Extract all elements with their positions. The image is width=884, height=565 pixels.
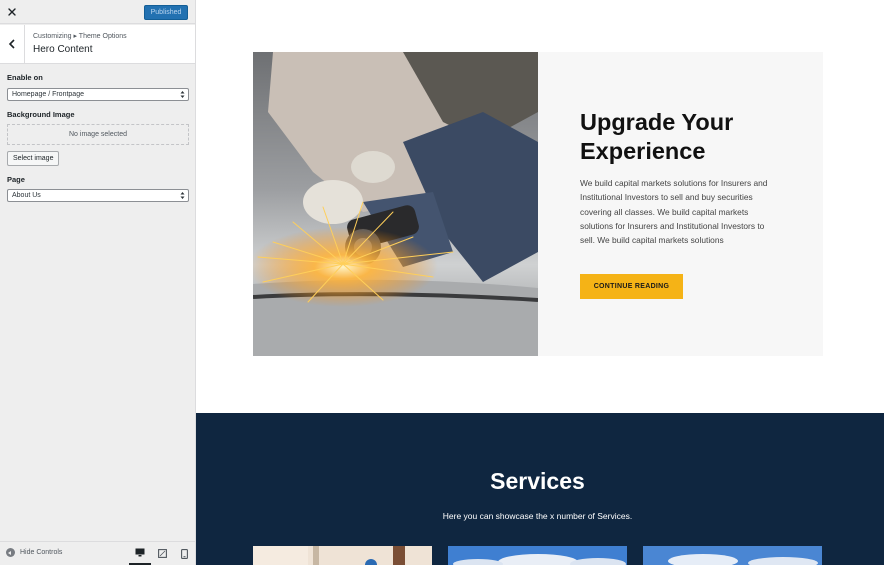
page-select[interactable]: About Us xyxy=(7,189,189,202)
hide-controls-button[interactable]: Hide Controls xyxy=(6,548,62,557)
section-title: Hero Content xyxy=(33,44,93,55)
hero-image xyxy=(253,52,538,356)
enable-on-value: Homepage / Frontpage xyxy=(12,91,84,98)
select-arrows-icon xyxy=(180,91,185,98)
back-button[interactable] xyxy=(0,25,25,63)
hide-controls-label: Hide Controls xyxy=(20,549,63,556)
page-value: About Us xyxy=(12,192,41,199)
customizer-footer: Hide Controls xyxy=(0,541,195,565)
services-section: Services Here you can showcase the x num… xyxy=(196,413,884,565)
page-label: Page xyxy=(7,175,25,184)
select-arrows-icon xyxy=(180,192,185,199)
mobile-icon xyxy=(180,548,188,559)
angle-grinder-photo xyxy=(253,52,538,356)
publish-button[interactable]: Published xyxy=(144,5,188,20)
tablet-icon xyxy=(157,549,167,558)
customizer-sidebar: Published Customizing ▸ Theme Options He… xyxy=(0,0,196,565)
select-image-button[interactable]: Select image xyxy=(7,151,60,166)
close-customizer-button[interactable] xyxy=(0,0,24,24)
close-icon xyxy=(8,8,16,16)
service-card-image[interactable] xyxy=(643,546,822,565)
service-photo xyxy=(448,546,627,565)
image-placeholder[interactable]: No image selected xyxy=(7,124,189,145)
service-card-image[interactable] xyxy=(448,546,627,565)
hero-title: Upgrade Your Experience xyxy=(580,109,734,164)
enable-on-select[interactable]: Homepage / Frontpage xyxy=(7,88,189,101)
chevron-left-icon xyxy=(8,39,15,49)
collapse-icon xyxy=(6,548,15,557)
enable-on-label: Enable on xyxy=(7,73,43,82)
services-subtitle: Here you can showcase the x number of Se… xyxy=(442,511,633,521)
hero-content-panel: Upgrade Your Experience We build capital… xyxy=(538,52,823,356)
site-preview: Upgrade Your Experience We build capital… xyxy=(196,0,884,565)
breadcrumb: Customizing ▸ Theme Options xyxy=(33,33,127,40)
section-header: Customizing ▸ Theme Options Hero Content xyxy=(0,25,195,64)
service-card-image[interactable] xyxy=(253,546,432,565)
service-photo xyxy=(643,546,822,565)
customizer-window: Published Customizing ▸ Theme Options He… xyxy=(0,0,884,565)
customizer-header: Published xyxy=(0,0,195,24)
device-mobile-button[interactable] xyxy=(173,542,195,565)
service-photo xyxy=(253,546,432,565)
desktop-icon xyxy=(135,548,145,557)
continue-reading-button[interactable]: CONTINUE READING xyxy=(580,274,683,299)
services-title: Services xyxy=(490,468,585,494)
background-image-label: Background Image xyxy=(7,110,75,119)
device-desktop-button[interactable] xyxy=(129,542,151,565)
hero-description: We build capital markets solutions for I… xyxy=(580,178,768,246)
device-tablet-button[interactable] xyxy=(151,542,173,565)
